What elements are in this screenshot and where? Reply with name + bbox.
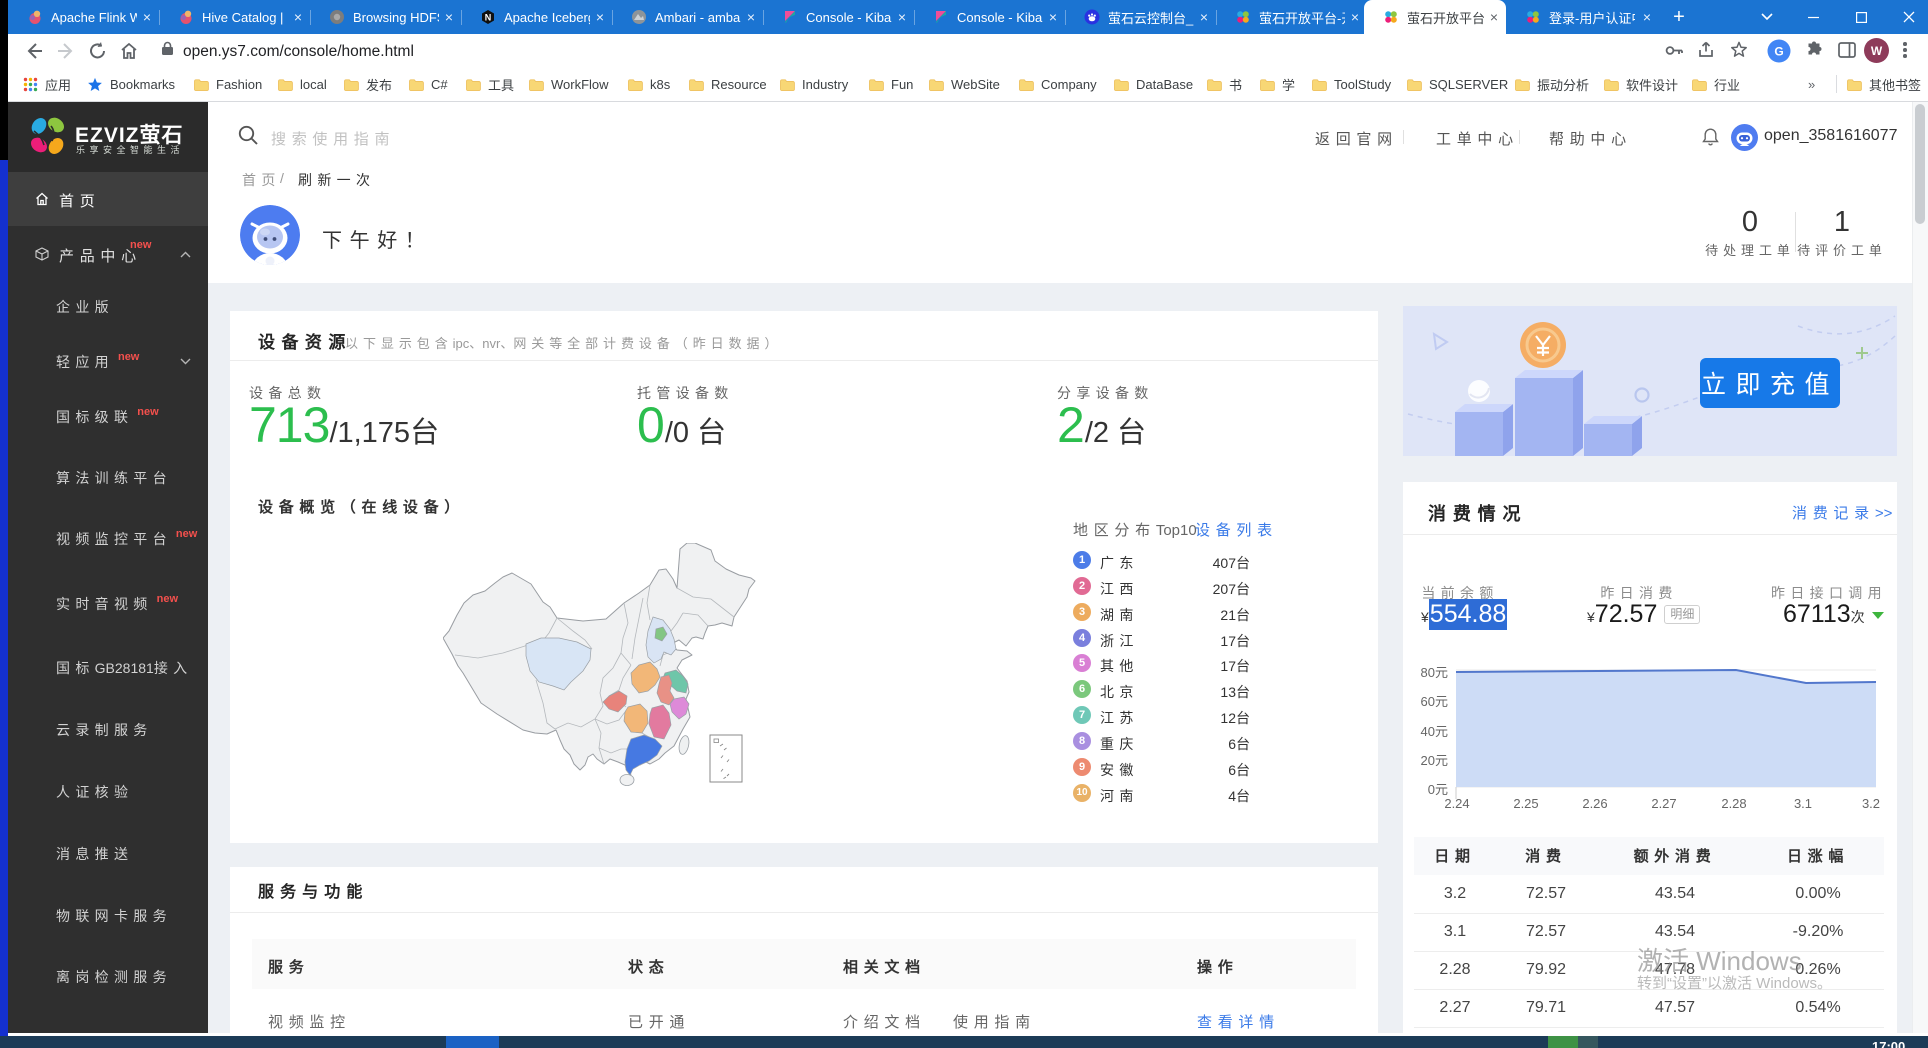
svg-text:N: N	[485, 13, 492, 23]
svg-text:G: G	[1774, 45, 1783, 59]
